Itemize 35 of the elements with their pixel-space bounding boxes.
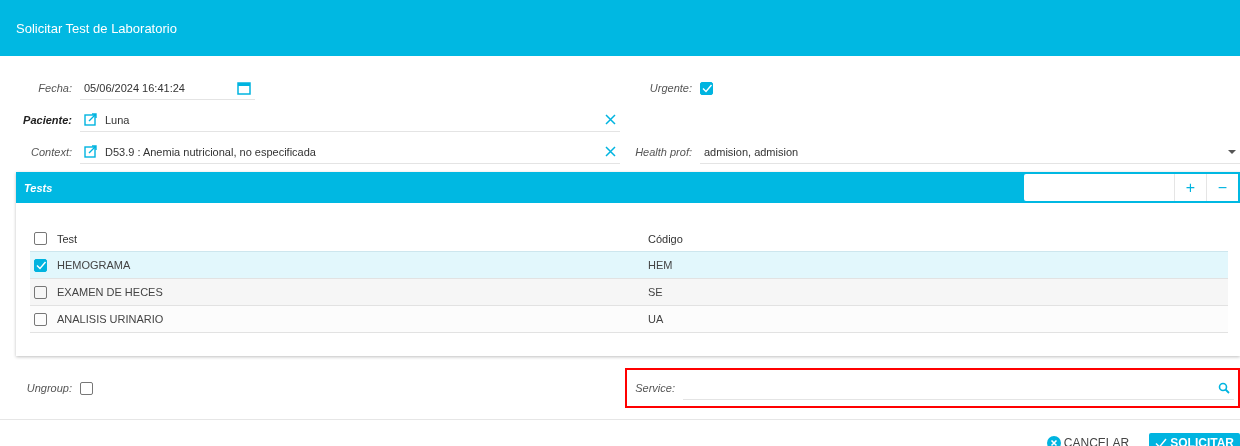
table-cell: ANALISIS URINARIO xyxy=(57,313,164,325)
table-row[interactable]: HEMOGRAMA HEM xyxy=(30,252,1228,279)
clear-icon[interactable] xyxy=(605,114,616,125)
clear-icon[interactable] xyxy=(605,146,616,157)
external-link-icon[interactable] xyxy=(84,145,97,158)
row-checkbox[interactable] xyxy=(34,312,47,326)
check-icon[interactable] xyxy=(1155,437,1168,446)
window-title: Solicitar Test de Laboratorio xyxy=(16,20,177,36)
row-checkbox[interactable] xyxy=(34,285,47,299)
table-cell: SE xyxy=(648,286,663,298)
field-label: Fecha: xyxy=(37,82,73,94)
search-icon[interactable] xyxy=(1218,381,1230,394)
table-cell: UA xyxy=(648,313,664,325)
column-header: Código xyxy=(648,232,683,245)
panel-title: Tests xyxy=(23,181,53,194)
column-header: Test xyxy=(57,232,78,245)
table-cell: HEMOGRAMA xyxy=(57,259,131,271)
field-label: Service: xyxy=(634,382,676,394)
calendar-icon[interactable] xyxy=(237,80,251,95)
urgent-checkbox[interactable] xyxy=(700,81,713,95)
field-label: Paciente: xyxy=(22,114,73,126)
field-label: Ungroup: xyxy=(25,382,73,394)
row-checkbox[interactable] xyxy=(34,258,47,272)
table-cell: EXAMEN DE HECES xyxy=(57,286,163,298)
field-label: Urgente: xyxy=(648,82,693,94)
external-link-icon[interactable] xyxy=(84,113,97,126)
cancel-icon[interactable] xyxy=(1046,436,1061,446)
filter-field[interactable] xyxy=(1024,174,1174,201)
dropdown-caret-icon[interactable] xyxy=(1228,149,1236,154)
field-label: Context: xyxy=(30,146,73,158)
table-row[interactable]: EXAMEN DE HECES SE xyxy=(30,279,1228,306)
ungroup-checkbox[interactable] xyxy=(80,381,93,395)
field-label: Health prof: xyxy=(634,146,693,158)
table-cell: HEM xyxy=(648,259,673,271)
select-all-checkbox[interactable] xyxy=(34,232,47,245)
